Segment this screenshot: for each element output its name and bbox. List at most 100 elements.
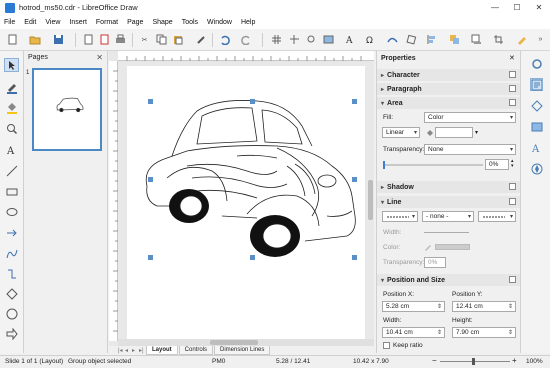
line-end-select[interactable]: ▾ [478,211,516,222]
line-start-select[interactable]: ▾ [382,211,418,222]
sidebar-settings-icon[interactable] [530,57,543,70]
selection-handle-right[interactable] [352,177,357,182]
align-icon[interactable] [425,33,438,46]
select-icon[interactable] [4,58,19,72]
crop-icon[interactable] [492,33,505,46]
section-paragraph[interactable]: ▸ Paragraph [377,83,520,95]
line-style-select[interactable]: - none - ▾ [422,211,474,222]
gradient-select[interactable]: Linear ▾ [382,127,420,138]
selection-handle-bottom[interactable] [250,255,255,260]
keep-ratio-checkbox[interactable] [383,342,390,349]
line-icon[interactable] [4,164,19,178]
fill-color-dropdown-icon[interactable]: ▾ [475,129,478,136]
menu-edit[interactable]: Edit [24,19,36,26]
arrow-icon[interactable] [4,226,19,240]
save-icon[interactable] [52,33,65,46]
smiley-icon[interactable] [4,307,19,321]
transparency-spinner[interactable]: ▴ ▾ [511,159,514,169]
menu-view[interactable]: View [45,19,60,26]
drawing-page[interactable] [127,66,365,344]
minimize-button[interactable]: — [484,0,506,15]
pages-pane-close-icon[interactable]: ✕ [96,53,103,62]
fill-select[interactable]: Color ▾ [424,112,516,123]
special-character-icon[interactable]: Ω [364,33,377,46]
menu-file[interactable]: File [4,19,15,26]
cut-icon[interactable]: ✂ [138,33,151,46]
transparency-slider-handle[interactable] [383,161,385,169]
image-icon[interactable] [322,33,335,46]
first-tab-icon[interactable]: |◂ [118,347,124,354]
arrange-icon[interactable] [448,33,461,46]
position-y-field[interactable]: 12.41 cm ⇕ [452,301,516,312]
sidebar-navigator-icon[interactable] [530,162,543,175]
tab-controls[interactable]: Controls [178,346,214,355]
print-icon[interactable] [114,33,127,46]
zoom-in-icon[interactable]: + [512,356,517,365]
horizontal-ruler[interactable] [118,51,374,61]
vertical-ruler[interactable] [109,61,118,341]
menu-help[interactable]: Help [241,19,255,26]
paste-icon[interactable] [172,33,185,46]
fill-bucket-icon[interactable] [426,129,434,137]
section-character[interactable]: ▸ Character [377,69,520,81]
position-x-field[interactable]: 5.28 cm ⇕ [382,301,445,312]
shapes-icon[interactable] [4,287,19,301]
selection-handle-top[interactable] [250,99,255,104]
next-tab-icon[interactable]: ▸ [132,347,138,354]
grid-icon[interactable] [270,33,283,46]
size-width-field[interactable]: 10.41 cm ⇕ [382,327,445,338]
properties-close-icon[interactable]: ✕ [509,54,515,62]
tab-dimension-lines[interactable]: Dimension Lines [214,346,271,355]
connector-icon[interactable] [4,267,19,281]
page-thumbnail[interactable]: 1 [26,68,102,151]
text-icon[interactable]: A [4,143,19,157]
selection-handle-left[interactable] [148,177,153,182]
helplines-icon[interactable] [288,33,301,46]
rect-icon[interactable] [4,185,19,199]
sidebar-properties-icon[interactable] [530,78,543,91]
status-zoom[interactable]: 100% [526,358,543,365]
section-line[interactable]: ▾ Line [377,196,520,208]
open-folder-icon[interactable] [28,33,41,46]
fill-color-swatch[interactable] [435,127,473,138]
menu-shape[interactable]: Shape [152,19,172,26]
size-height-field[interactable]: 7.90 cm ⇕ [452,327,516,338]
sidebar-shapes-icon[interactable]: A [530,141,543,154]
section-position-size[interactable]: ▾ Position and Size [377,274,520,286]
transparency-slider[interactable] [383,164,483,166]
selection-handle-top-right[interactable] [352,99,357,104]
transparency-percent-field[interactable]: 0% [485,159,509,170]
horizontal-scrollbar-thumb[interactable] [210,340,258,345]
selection-handle-bottom-left[interactable] [148,255,153,260]
transformations-icon[interactable] [405,33,418,46]
fill-color-icon[interactable] [4,101,19,115]
zoom-icon[interactable] [4,122,19,136]
copy-icon[interactable] [155,33,168,46]
vertical-scrollbar-thumb[interactable] [368,180,373,220]
last-tab-icon[interactable]: ▸| [139,347,145,354]
zoom-slider-handle[interactable] [472,358,475,365]
selection-handle-bottom-right[interactable] [352,255,357,260]
more-options-icon[interactable]: » [534,33,547,46]
prev-tab-icon[interactable]: ◂ [125,347,131,354]
clone-formatting-icon[interactable] [195,33,208,46]
section-area[interactable]: ▾ Area [377,97,520,109]
maximize-button[interactable]: ☐ [506,0,528,15]
undo-icon[interactable] [218,33,231,46]
menu-insert[interactable]: Insert [69,19,87,26]
section-shadow[interactable]: ▸ Shadow [377,181,520,193]
close-button[interactable]: ✕ [528,0,550,15]
fontwork-icon[interactable] [386,33,399,46]
shadow-icon[interactable] [470,33,483,46]
area-transparency-select[interactable]: None ▾ [424,144,516,155]
export-icon[interactable] [82,33,95,46]
menu-window[interactable]: Window [207,19,232,26]
line-color-icon[interactable] [4,81,19,95]
sidebar-gallery-icon[interactable] [530,120,543,133]
new-document-icon[interactable] [6,33,19,46]
export-pdf-icon[interactable] [98,33,111,46]
zoom-slider[interactable] [440,361,510,362]
menu-tools[interactable]: Tools [182,19,198,26]
sidebar-styles-icon[interactable] [530,99,543,112]
tab-layout[interactable]: Layout [146,346,178,355]
